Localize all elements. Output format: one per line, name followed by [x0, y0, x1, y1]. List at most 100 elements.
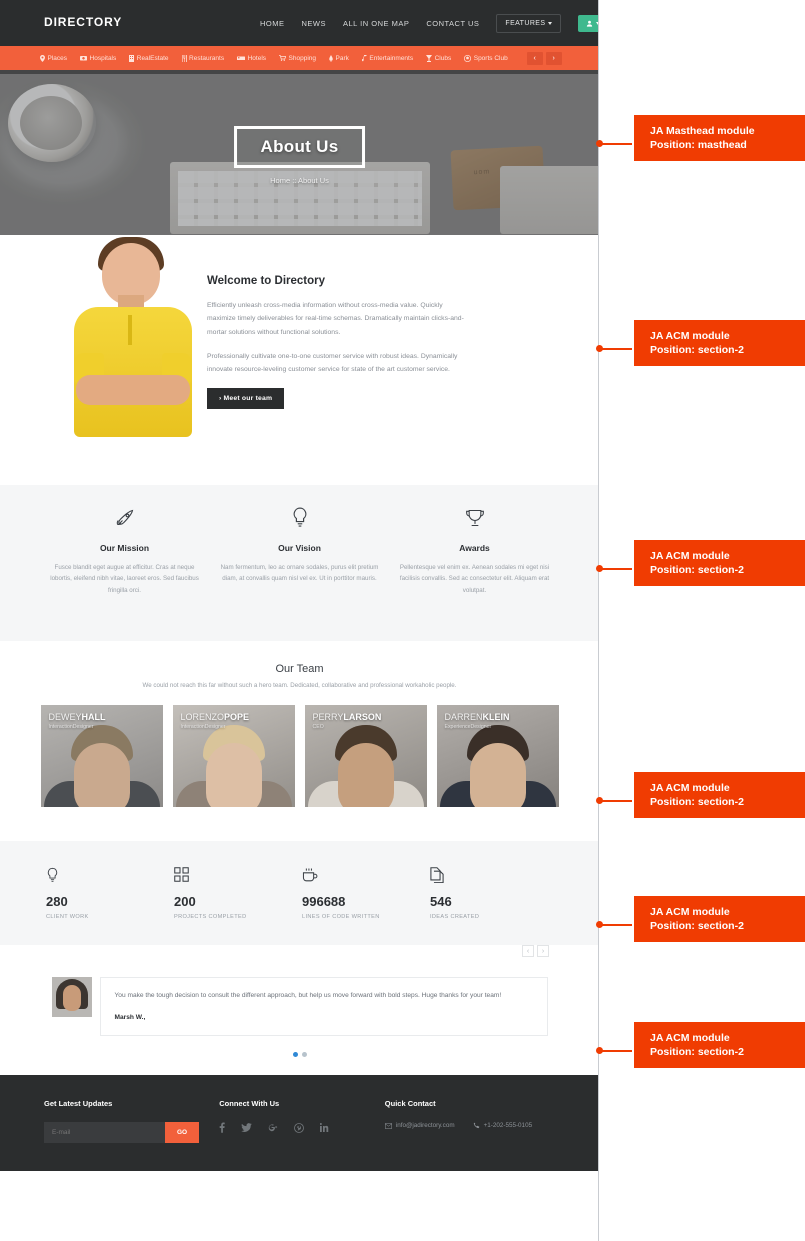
features-dropdown-button[interactable]: FEATURES	[496, 13, 562, 33]
team-last-name: POPE	[224, 712, 250, 722]
envelope-icon	[384, 1122, 392, 1129]
category-sports-club[interactable]: Sports Club	[464, 54, 508, 62]
annotation-line-2: Position: section-2	[650, 1046, 744, 1059]
feature-title: Our Mission	[99, 543, 150, 553]
testimonial-next-button[interactable]: ›	[537, 945, 549, 957]
stat-label: IDEAS CREATED	[430, 914, 480, 920]
twitter-icon[interactable]	[241, 1123, 253, 1132]
testimonial-pager: ‹ ›	[522, 945, 549, 957]
newsletter-go-button[interactable]: GO	[165, 1122, 199, 1143]
annotation-leader-line	[598, 568, 632, 570]
annotation-leader-line	[598, 800, 632, 802]
stat-label: PROJECTS COMPLETED	[174, 914, 247, 920]
site-logo[interactable]: DIRECTORY	[44, 15, 122, 29]
footer-connect-column: Connect With Us	[219, 1099, 385, 1143]
site-footer: Get Latest Updates GO Connect With Us	[0, 1075, 599, 1171]
category-prev-button[interactable]: ‹	[526, 51, 543, 65]
features-label: FEATURES	[505, 19, 546, 27]
category-label: Hospitals	[89, 54, 117, 62]
facebook-icon[interactable]	[219, 1122, 225, 1133]
annotation-section2-stats: JA ACM module Position: section-2	[634, 896, 805, 943]
category-hotels[interactable]: Hotels	[237, 55, 266, 62]
linkedin-icon[interactable]	[320, 1123, 329, 1132]
category-entertainments[interactable]: Entertainments	[361, 54, 414, 62]
testimonial-author: Marsh W.,	[114, 1013, 146, 1021]
category-hospitals[interactable]: Hospitals	[80, 55, 116, 62]
category-label: Entertainments	[369, 54, 414, 62]
stat-number: 546	[430, 894, 452, 909]
team-last-name: LARSON	[343, 712, 382, 722]
team-last-name: HALL	[81, 712, 106, 722]
annotation-line-1: JA ACM module	[650, 782, 730, 794]
annotation-line-2: Position: section-2	[650, 920, 744, 933]
category-shopping[interactable]: Shopping	[279, 55, 316, 62]
social-links	[219, 1122, 385, 1133]
footer-updates-column: Get Latest Updates GO	[44, 1099, 219, 1143]
lightbulb-icon	[46, 867, 174, 885]
website-preview: DIRECTORY HOME NEWS ALL IN ONE MAP CONTA…	[0, 0, 599, 1241]
category-restaurants[interactable]: Restaurants	[181, 54, 224, 62]
category-clubs[interactable]: Clubs	[426, 54, 451, 62]
person-placket	[128, 315, 132, 345]
email-input[interactable]	[44, 1122, 165, 1143]
nav-item-news[interactable]: NEWS	[302, 19, 327, 28]
team-member-card[interactable]: DEWEYHALL InteractionDesigner	[40, 705, 163, 807]
team-member-card[interactable]: DARRENKLEIN ExperienceDesigner	[436, 705, 559, 807]
testimonial-avatar	[51, 977, 92, 1017]
primary-nav: HOME NEWS ALL IN ONE MAP CONTACT US FEAT…	[260, 0, 599, 46]
welcome-title: Welcome to Directory	[207, 275, 326, 287]
stats-row: 280 CLIENT WORK 200 PROJECTS COMPLETED 9…	[46, 867, 599, 920]
testimonial-dots	[0, 1051, 599, 1057]
meet-our-team-button[interactable]: › Meet our team	[207, 388, 285, 410]
user-account-button[interactable]	[578, 14, 599, 32]
category-label: RealEstate	[136, 54, 169, 62]
features-section: Our Mission Fusce blandit eget augue at …	[0, 485, 599, 641]
testimonial-prev-button[interactable]: ‹	[522, 945, 534, 957]
team-member-role: InteractionDesigner	[180, 724, 226, 730]
footer-columns: Get Latest Updates GO Connect With Us	[44, 1099, 599, 1143]
annotation-section2-testimonial: JA ACM module Position: section-2	[634, 1022, 805, 1069]
category-next-button[interactable]: ›	[545, 51, 562, 65]
person-arms	[76, 375, 190, 405]
contact-email[interactable]: info@jadirectory.com	[384, 1122, 455, 1129]
hospital-icon	[80, 56, 88, 61]
welcome-paragraph-1: Efficiently unleash cross-media informat…	[207, 302, 464, 336]
annotation-line-1: JA ACM module	[650, 1032, 730, 1044]
category-label: Park	[335, 54, 349, 62]
screenshot-root: DIRECTORY HOME NEWS ALL IN ONE MAP CONTA…	[0, 0, 805, 1241]
google-plus-icon[interactable]	[268, 1123, 278, 1132]
contact-phone[interactable]: +1-202-555-0105	[473, 1122, 532, 1129]
annotation-line-2: Position: section-2	[650, 564, 744, 577]
testimonial-quote: You make the tough decision to consult t…	[114, 992, 502, 999]
team-member-card[interactable]: LORENZOPOPE InteractionDesigner	[172, 705, 295, 807]
team-member-name: DEWEYHALL	[49, 713, 106, 722]
annotation-leader-line	[598, 143, 632, 145]
team-title: Our Team	[275, 663, 324, 675]
map-pin-icon	[40, 54, 45, 62]
pinterest-icon[interactable]	[294, 1122, 305, 1133]
stat-lines-of-code: 996688 LINES OF CODE WRITTEN	[302, 867, 430, 920]
category-park[interactable]: Park	[329, 54, 349, 62]
annotation-line-2: Position: section-2	[650, 796, 744, 809]
page-title: About Us	[233, 126, 366, 168]
nav-item-all-in-one-map[interactable]: ALL IN ONE MAP	[343, 19, 409, 28]
nav-item-home[interactable]: HOME	[260, 19, 285, 28]
category-places[interactable]: Places	[40, 54, 67, 62]
stat-number: 280	[46, 894, 68, 909]
breadcrumb[interactable]: Home :: About Us	[270, 176, 329, 185]
category-realestate[interactable]: RealEstate	[129, 54, 169, 62]
team-member-role: CEO	[312, 724, 324, 730]
annotation-section2-welcome: JA ACM module Position: section-2	[634, 320, 805, 367]
nav-item-contact-us[interactable]: CONTACT US	[426, 19, 479, 28]
stats-section: 280 CLIENT WORK 200 PROJECTS COMPLETED 9…	[0, 841, 599, 945]
testimonial-dot[interactable]	[301, 1051, 307, 1057]
stat-ideas-created: 546 IDEAS CREATED	[430, 867, 558, 920]
team-member-card[interactable]: PERRYLARSON CEO	[304, 705, 427, 807]
team-section: Our Team We could not reach this far wit…	[0, 641, 599, 841]
testimonial-content: You make the tough decision to consult t…	[0, 959, 599, 1036]
grid-icon	[174, 867, 302, 885]
building-icon	[129, 54, 135, 62]
feature-awards: Awards Pellentesque vel enim ex. Aenean …	[387, 505, 562, 596]
testimonial-dot-active[interactable]	[292, 1051, 298, 1057]
team-first-name: DEWEY	[48, 712, 82, 722]
